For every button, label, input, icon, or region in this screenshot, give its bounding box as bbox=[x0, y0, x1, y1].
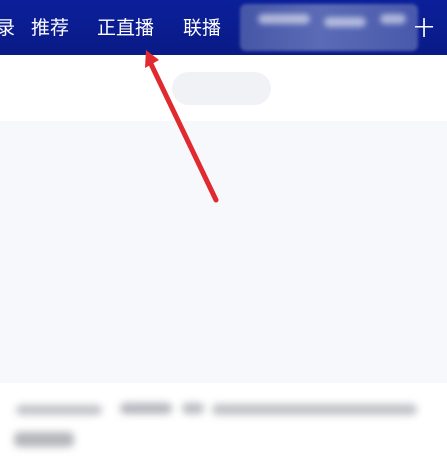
app-page: 录 推荐 正直播 联播 十 bbox=[0, 0, 447, 466]
add-channel-icon[interactable]: 十 bbox=[414, 14, 434, 42]
tab-live[interactable]: 正直播 bbox=[97, 14, 154, 42]
blurred-tab-1 bbox=[258, 14, 310, 24]
bottom-content-card[interactable] bbox=[0, 383, 447, 466]
blurred-text-4 bbox=[212, 404, 417, 415]
blurred-text-2 bbox=[120, 403, 172, 414]
blurred-tab-group bbox=[240, 4, 418, 51]
blurred-text-1 bbox=[16, 405, 102, 415]
blurred-tab-3 bbox=[380, 14, 406, 24]
blurred-text-3 bbox=[182, 403, 204, 414]
content-placeholder bbox=[0, 121, 447, 383]
tab-recommend[interactable]: 推荐 bbox=[31, 14, 69, 42]
tab-partial[interactable]: 录 bbox=[0, 14, 15, 42]
blurred-tab-2 bbox=[324, 17, 366, 27]
blurred-text-5 bbox=[14, 432, 74, 447]
sub-tab-pill[interactable] bbox=[172, 72, 271, 105]
top-navigation-bar: 录 推荐 正直播 联播 十 bbox=[0, 0, 447, 55]
sub-header bbox=[0, 55, 447, 121]
tab-linkcast[interactable]: 联播 bbox=[183, 14, 221, 42]
